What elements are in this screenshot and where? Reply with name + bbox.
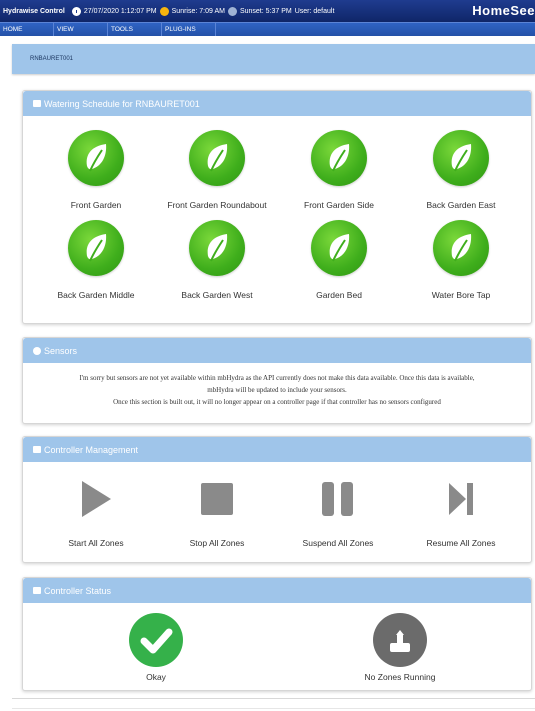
resume-all-zones-button[interactable]: Resume All Zones <box>396 480 526 548</box>
resume-all-zones-label: Resume All Zones <box>426 538 496 548</box>
zone-tile[interactable]: Front Garden <box>31 130 161 210</box>
zone-label: Front Garden Roundabout <box>167 200 267 210</box>
menu-plugins[interactable]: PLUG-INS <box>162 23 216 36</box>
status-okay-label: Okay <box>146 672 166 682</box>
brand-logo: HomeSee <box>472 3 535 18</box>
moon-icon <box>227 6 237 16</box>
leaf-icon <box>189 130 245 186</box>
stop-icon <box>152 480 282 518</box>
status-zones-running: No Zones Running <box>335 613 465 682</box>
checkmark-icon <box>129 613 183 667</box>
stop-all-zones-label: Stop All Zones <box>189 538 245 548</box>
calendar-icon <box>33 100 41 107</box>
sensors-message-line3: Once this section is built out, it will … <box>113 398 441 406</box>
start-all-zones-button[interactable]: Start All Zones <box>31 480 161 548</box>
controller-status-title: Controller Status <box>44 585 112 596</box>
leaf-icon <box>68 220 124 276</box>
app-name: Hydrawise Control <box>3 7 65 15</box>
current-user: User: default <box>294 7 335 15</box>
sensors-message-line2: mbHydra will be updated to include your … <box>207 386 347 394</box>
sprinkler-icon <box>373 613 427 667</box>
controller-management-header: Controller Management <box>23 437 531 462</box>
footer-divider-secondary <box>12 708 535 709</box>
zone-tile[interactable]: Back Garden East <box>396 130 526 210</box>
zone-tile[interactable]: Back Garden West <box>152 220 282 300</box>
footer-divider <box>12 698 535 699</box>
controller-management-title: Controller Management <box>44 444 139 455</box>
watering-schedule-title: Watering Schedule for RNBAURET001 <box>44 98 200 109</box>
watering-schedule-panel: Watering Schedule for RNBAURET001 Front … <box>22 90 532 324</box>
zone-tile[interactable]: Front Garden Side <box>274 130 404 210</box>
play-icon <box>31 480 161 518</box>
zone-label: Back Garden East <box>426 200 496 210</box>
sunrise-time: Sunrise: 7:09 AM <box>171 7 225 15</box>
sensors-message: I'm sorry but sensors are not yet availa… <box>23 363 531 408</box>
leaf-icon <box>311 220 367 276</box>
zone-tile[interactable]: Back Garden Middle <box>31 220 161 300</box>
watering-schedule-header: Watering Schedule for RNBAURET001 <box>23 91 531 116</box>
leaf-icon <box>311 130 367 186</box>
list-icon <box>33 446 41 453</box>
start-all-zones-label: Start All Zones <box>68 538 124 548</box>
list-icon <box>33 587 41 594</box>
breadcrumb: RNBAURET001 <box>12 44 535 74</box>
suspend-all-zones-button[interactable]: Suspend All Zones <box>273 480 403 548</box>
status-okay: Okay <box>91 613 221 682</box>
controller-management-panel: Controller Management Start All Zones St… <box>22 436 532 563</box>
menu-tools[interactable]: TOOLS <box>108 23 162 36</box>
sensors-message-line1: I'm sorry but sensors are not yet availa… <box>79 374 475 382</box>
zone-label: Water Bore Tap <box>431 290 491 300</box>
menu-view[interactable]: VIEW <box>54 23 108 36</box>
sensors-title: Sensors <box>44 345 78 356</box>
zone-label: Front Garden Side <box>304 200 374 210</box>
controller-status-panel: Controller Status Okay No Zones Running <box>22 577 532 691</box>
main-menu: HOME VIEW TOOLS PLUG-INS <box>0 22 535 36</box>
suspend-all-zones-label: Suspend All Zones <box>302 538 374 548</box>
leaf-icon <box>433 130 489 186</box>
sensors-header: Sensors <box>23 338 531 363</box>
leaf-icon <box>433 220 489 276</box>
top-header-bar: Hydrawise Control 27/07/2020 1:12:07 PM … <box>0 0 535 22</box>
menu-home[interactable]: HOME <box>0 23 54 36</box>
zone-grid: Front Garden Front Garden Roundabout Front… <box>23 116 531 300</box>
sunset-time: Sunset: 5:37 PM <box>239 7 292 15</box>
zone-label: Back Garden Middle <box>57 290 135 300</box>
zone-tile[interactable]: Water Bore Tap <box>396 220 526 300</box>
zone-label: Garden Bed <box>316 290 362 300</box>
zone-tile[interactable]: Front Garden Roundabout <box>152 130 282 210</box>
zone-tile[interactable]: Garden Bed <box>274 220 404 300</box>
sun-icon <box>159 6 169 16</box>
skip-forward-icon <box>396 480 526 518</box>
leaf-icon <box>68 130 124 186</box>
stop-all-zones-button[interactable]: Stop All Zones <box>152 480 282 548</box>
clock-icon <box>71 6 81 16</box>
current-date: 27/07/2020 1:12:07 PM <box>83 7 157 15</box>
sensors-panel: Sensors I'm sorry but sensors are not ye… <box>22 337 532 424</box>
zone-label: Front Garden <box>70 200 122 210</box>
status-zones-running-label: No Zones Running <box>364 672 436 682</box>
zone-label: Back Garden West <box>181 290 253 300</box>
controller-status-header: Controller Status <box>23 578 531 603</box>
pause-icon <box>273 480 403 518</box>
leaf-icon <box>189 220 245 276</box>
gear-icon <box>33 346 41 355</box>
